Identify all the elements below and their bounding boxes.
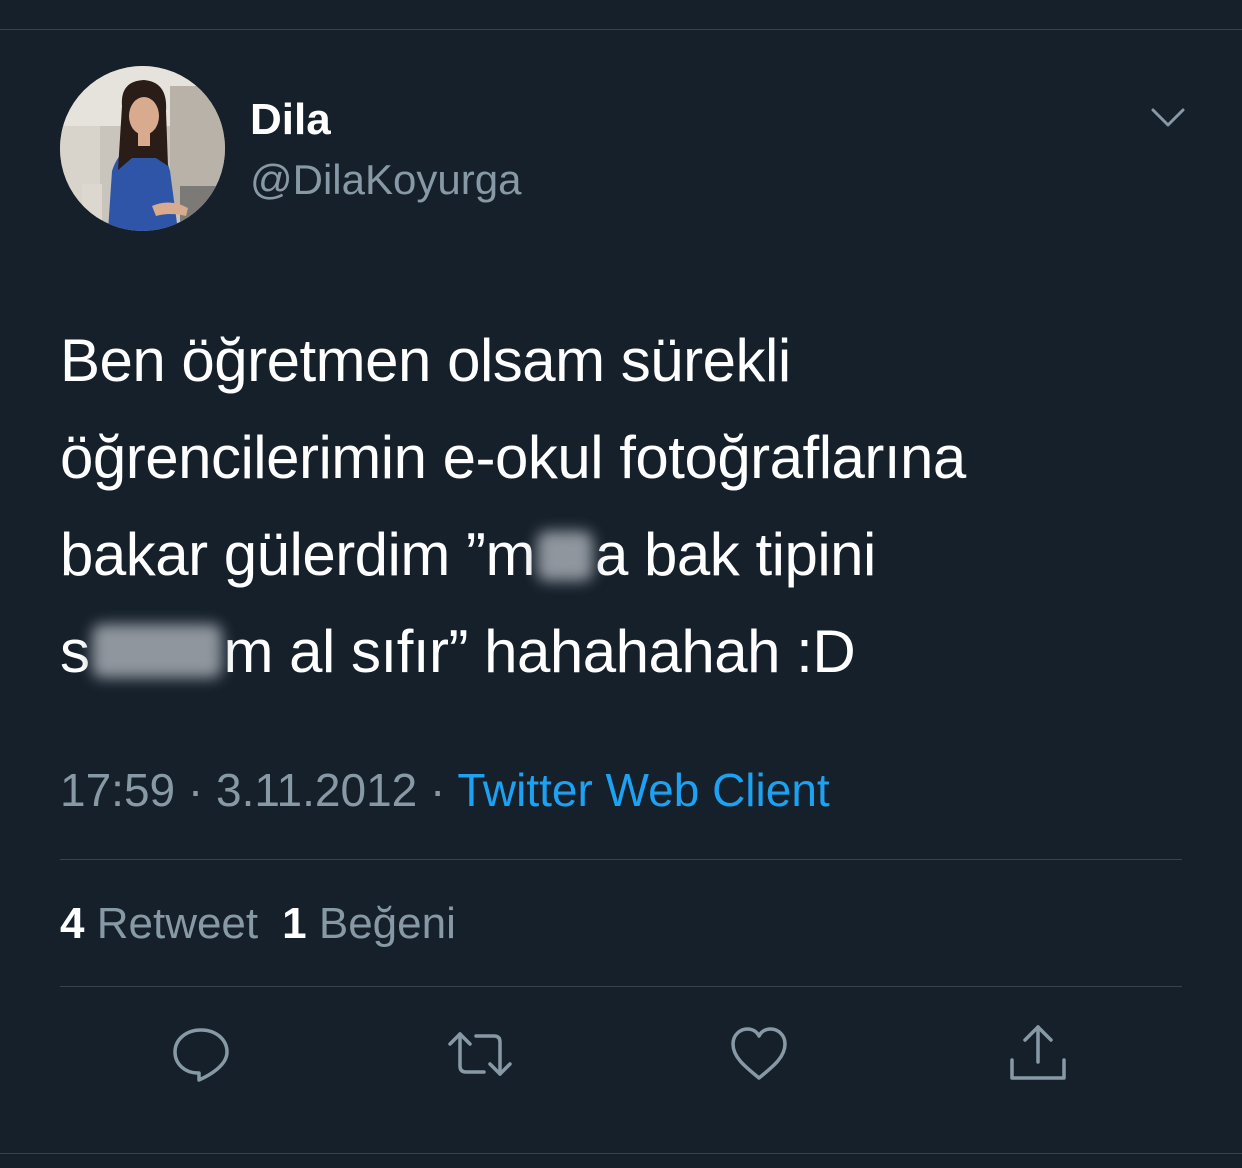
tweet-source-link[interactable]: Twitter Web Client <box>457 764 829 816</box>
avatar[interactable] <box>60 66 225 231</box>
tweet-stats: 4 Retweet 1 Beğeni <box>60 898 456 950</box>
retweet-icon[interactable] <box>448 1022 512 1086</box>
tweet-text-fragment: s <box>60 618 90 685</box>
tweet-line: bakar gülerdim ”m a bak tipini <box>60 506 1200 603</box>
divider <box>60 986 1182 987</box>
retweet-label: Retweet <box>96 899 259 948</box>
meta-separator: · <box>417 764 458 816</box>
censored-word-blur <box>537 531 593 581</box>
share-icon[interactable] <box>1006 1022 1070 1086</box>
tweet-text-fragment: a bak tipini <box>595 521 876 588</box>
chevron-down-icon[interactable] <box>1148 100 1188 136</box>
tweet-line: s m al sıfır” hahahahah :D <box>60 603 1200 700</box>
like-count: 1 <box>282 899 307 948</box>
user-handle[interactable]: @DilaKoyurga <box>250 156 521 204</box>
tweet-line: öğrencilerimin e-okul fotoğraflarına <box>60 424 966 491</box>
reply-icon[interactable] <box>169 1022 233 1086</box>
tweet-time: 17:59 <box>60 764 176 816</box>
like-label: Beğeni <box>318 899 456 948</box>
like-icon[interactable] <box>727 1022 791 1086</box>
tweet-date: 3.11.2012 <box>216 764 418 816</box>
display-name[interactable]: Dila <box>250 96 331 144</box>
retweets-stat[interactable]: 4 Retweet <box>60 899 258 948</box>
tweet-meta: 17:59 · 3.11.2012 · Twitter Web Client <box>60 763 830 817</box>
likes-stat[interactable]: 1 Beğeni <box>282 899 456 948</box>
divider <box>60 859 1182 860</box>
tweet-line: Ben öğretmen olsam sürekli <box>60 327 791 394</box>
bottom-divider <box>0 1153 1242 1154</box>
tweet-text: Ben öğretmen olsam sürekli öğrencilerimi… <box>60 312 1200 700</box>
censored-word-blur <box>91 624 222 678</box>
meta-separator: · <box>175 764 217 816</box>
tweet-text-fragment: bakar gülerdim ”m <box>60 521 536 588</box>
retweet-count: 4 <box>60 899 85 948</box>
top-divider <box>0 29 1242 30</box>
tweet-text-fragment: m al sıfır” hahahahah :D <box>223 618 856 685</box>
